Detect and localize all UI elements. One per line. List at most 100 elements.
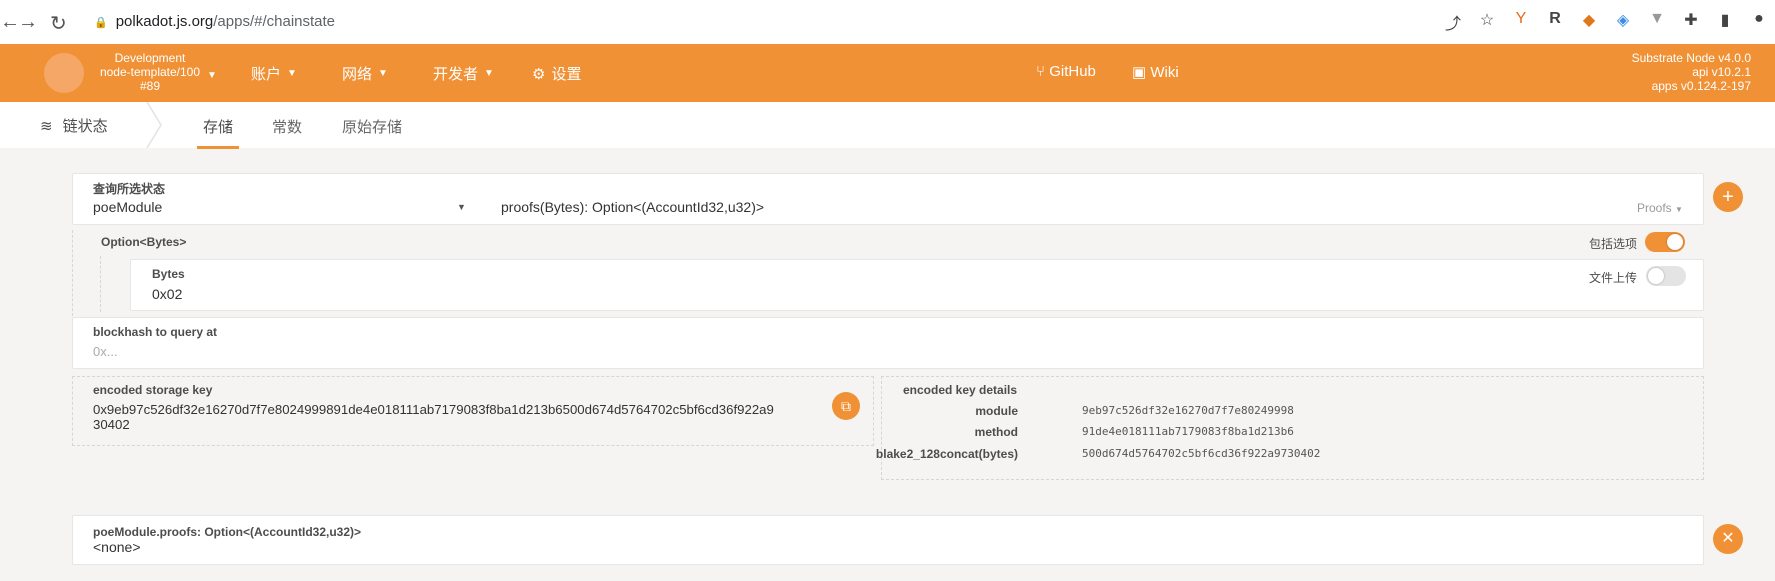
chevron-down-icon: ▼ xyxy=(287,68,297,79)
git-branch-icon: ⑂ xyxy=(1036,63,1046,80)
encoded-key-details-panel: encoded key details module 9eb97c526df32… xyxy=(876,376,1704,480)
detail-key: module xyxy=(975,404,1018,418)
sub-navigation: ≋ 链状态 存储 常数 原始存储 xyxy=(0,102,1775,149)
detail-key: method xyxy=(974,425,1018,439)
include-option-toggle[interactable] xyxy=(1645,232,1685,252)
file-upload-toggle[interactable] xyxy=(1646,266,1686,286)
extension-icons: ⤴ ☆ Y R ◆ ◈ ▼ ✚ ▮ ● xyxy=(1443,10,1769,34)
app-header: Development node-template/100 #89 ▼ 账户 ▼ … xyxy=(0,44,1775,102)
query-selector: 查询所选状态 poeModule ▼ proofs(Bytes): Option… xyxy=(72,173,1704,225)
chevron-down-icon: ▼ xyxy=(484,68,494,79)
detail-value: 91de4e018111ab7179083f8ba1d213b6 xyxy=(1082,425,1294,438)
back-icon[interactable]: ← xyxy=(0,11,20,34)
chevron-down-icon[interactable]: ▼ xyxy=(457,202,466,212)
detail-row-module: module 9eb97c526df32e16270d7f7e80249998 xyxy=(882,404,1622,424)
bytes-label: Bytes xyxy=(152,267,185,281)
encoded-key-value[interactable]: 0x9eb97c526df32e16270d7f7e8024999891de4e… xyxy=(93,402,774,432)
toggle-knob xyxy=(1648,268,1664,284)
book-icon: ▣ xyxy=(1132,64,1147,81)
node-version: Substrate Node v4.0.0 xyxy=(1631,51,1751,65)
database-icon: ≋ xyxy=(40,118,53,135)
reload-icon[interactable]: ↻ xyxy=(50,11,67,36)
browser-toolbar: ← → ↻ 🔒 polkadot.js.org/apps/#/chainstate… xyxy=(0,0,1775,45)
puzzle-icon[interactable]: ✚ xyxy=(1681,10,1701,34)
forward-icon[interactable]: → xyxy=(18,11,38,34)
chevron-down-icon: ▼ xyxy=(1675,205,1683,214)
chain-selector[interactable]: Development node-template/100 #89 xyxy=(90,51,210,93)
encoded-key-line: 30402 xyxy=(93,417,130,432)
toggle-knob xyxy=(1667,234,1683,250)
result-value: <none> xyxy=(93,539,141,555)
include-option-label: 包括选项 xyxy=(1589,237,1638,251)
section-label: 链状态 xyxy=(62,118,108,135)
metamask-icon[interactable]: ◆ xyxy=(1579,10,1599,34)
menu-developer[interactable]: 开发者 ▼ xyxy=(433,63,494,84)
chevron-down-icon: ▼ xyxy=(378,68,388,79)
option-indent xyxy=(100,256,131,312)
result-title: poeModule.proofs: Option<(AccountId32,u3… xyxy=(93,525,362,539)
github-link[interactable]: ⑂ GitHub xyxy=(1036,63,1096,80)
version-info: Substrate Node v4.0.0 api v10.2.1 apps v… xyxy=(1632,51,1751,93)
option-label: Option<Bytes> xyxy=(101,235,187,249)
detail-row-blake2: blake2_128concat(bytes) 500d674d5764702c… xyxy=(876,447,1622,467)
apps-version: apps v0.124.2-197 xyxy=(1651,79,1751,93)
extension-icon[interactable]: Y xyxy=(1511,10,1531,34)
lock-icon: 🔒 xyxy=(94,17,108,29)
menu-label: 开发者 xyxy=(433,66,479,83)
detail-row-method: method 91de4e018111ab7179083f8ba1d213b6 xyxy=(882,425,1622,445)
wiki-link[interactable]: ▣ Wiki xyxy=(1132,63,1179,81)
detail-value: 9eb97c526df32e16270d7f7e80249998 xyxy=(1082,404,1294,417)
url-host: polkadot.js.org xyxy=(115,13,214,30)
query-label: 查询所选状态 xyxy=(93,182,166,196)
encoded-key-panel: encoded storage key 0x9eb97c526df32e1627… xyxy=(72,376,874,446)
url-path: /apps/#/chainstate xyxy=(213,13,336,30)
share-icon[interactable]: ⤴ xyxy=(1443,10,1463,34)
detail-value: 500d674d5764702c5bf6cd36f922a9730402 xyxy=(1082,447,1321,460)
section-chainstate: ≋ 链状态 xyxy=(40,115,108,136)
close-icon[interactable]: ✕ xyxy=(1713,524,1743,554)
address-bar[interactable]: 🔒 polkadot.js.org/apps/#/chainstate xyxy=(94,9,1154,35)
encoded-key-details-label: encoded key details xyxy=(903,383,1018,397)
gear-icon: ⚙ xyxy=(532,65,546,83)
method-doc[interactable]: Proofs ▼ xyxy=(1637,201,1683,215)
tab-storage[interactable]: 存储 xyxy=(196,116,240,149)
method-doc-label: Proofs xyxy=(1637,201,1672,215)
link-label: Wiki xyxy=(1150,64,1179,81)
blockhash-input[interactable]: 0x... xyxy=(93,344,118,359)
menu-label: 设置 xyxy=(551,66,582,83)
profile-icon[interactable]: ● xyxy=(1749,10,1769,34)
detail-key: blake2_128concat(bytes) xyxy=(875,447,1018,461)
tab-raw-storage[interactable]: 原始存储 xyxy=(342,116,402,137)
link-label: GitHub xyxy=(1049,63,1096,80)
add-query-button[interactable]: + xyxy=(1713,182,1743,212)
tab-constants[interactable]: 常数 xyxy=(272,116,302,137)
blockhash-panel: blockhash to query at 0x... xyxy=(72,317,1704,369)
chevron-down-icon[interactable]: ▼ xyxy=(207,70,217,81)
copy-icon[interactable]: ⧉ xyxy=(832,392,860,420)
extension-icon[interactable]: ▼ xyxy=(1647,10,1667,34)
module-select[interactable]: poeModule xyxy=(93,199,162,215)
menu-accounts[interactable]: 账户 ▼ xyxy=(251,63,297,84)
chain-logo-icon[interactable] xyxy=(44,53,84,93)
blockhash-label: blockhash to query at xyxy=(93,325,218,339)
block-number: #89 xyxy=(139,79,161,93)
file-upload-label: 文件上传 xyxy=(1589,271,1638,285)
extension-icon[interactable]: ◈ xyxy=(1613,10,1633,34)
bytes-input-panel: Bytes 0x02 文件上传 xyxy=(130,259,1704,311)
menu-label: 网络 xyxy=(342,66,373,83)
menu-network[interactable]: 网络 ▼ xyxy=(342,63,388,84)
breadcrumb-chevron-icon xyxy=(146,102,162,148)
sidepanel-icon[interactable]: ▮ xyxy=(1715,10,1735,34)
star-icon[interactable]: ☆ xyxy=(1477,10,1497,34)
extension-icon[interactable]: R xyxy=(1545,10,1565,34)
encoded-key-line: 0x9eb97c526df32e16270d7f7e8024999891de4e… xyxy=(93,402,774,417)
node-name: node-template/100 xyxy=(99,65,201,79)
menu-label: 账户 xyxy=(251,66,282,83)
encoded-key-label: encoded storage key xyxy=(93,383,213,397)
query-result: poeModule.proofs: Option<(AccountId32,u3… xyxy=(72,515,1704,565)
chain-name: Development xyxy=(114,51,186,65)
api-version: api v10.2.1 xyxy=(1692,65,1751,79)
menu-settings[interactable]: ⚙ 设置 xyxy=(532,63,581,84)
bytes-input[interactable]: 0x02 xyxy=(152,286,182,302)
method-select[interactable]: proofs(Bytes): Option<(AccountId32,u32)> xyxy=(501,199,764,215)
